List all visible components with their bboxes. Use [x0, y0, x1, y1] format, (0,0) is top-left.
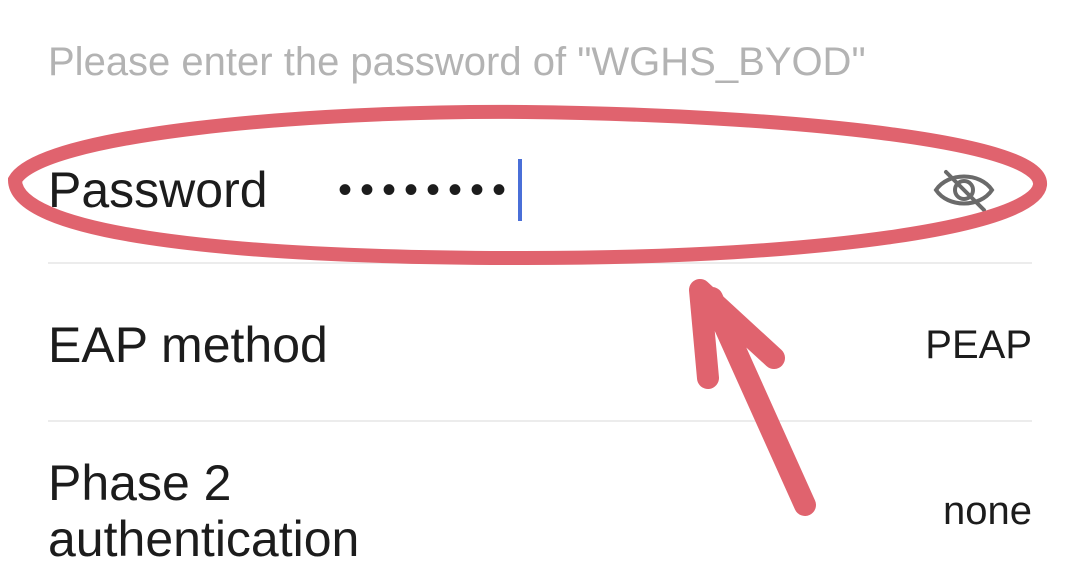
text-caret — [518, 159, 523, 221]
divider — [48, 420, 1032, 422]
password-row[interactable]: Password •••••••• — [48, 150, 1032, 230]
eap-method-label: EAP method — [48, 317, 328, 373]
eye-off-icon[interactable] — [932, 166, 996, 214]
password-input[interactable]: •••••••• — [338, 150, 1032, 230]
phase2-auth-label: Phase 2 authentication — [48, 455, 360, 567]
password-label: Password — [48, 162, 268, 218]
phase2-auth-row[interactable]: Phase 2 authentication none — [48, 453, 1032, 569]
eap-method-row[interactable]: EAP method PEAP — [48, 310, 1032, 380]
password-dots: •••••••• — [338, 168, 515, 212]
phase2-auth-value: none — [943, 488, 1032, 533]
divider — [48, 262, 1032, 264]
password-prompt: Please enter the password of "WGHS_BYOD" — [48, 40, 866, 84]
eap-method-value: PEAP — [925, 322, 1032, 367]
